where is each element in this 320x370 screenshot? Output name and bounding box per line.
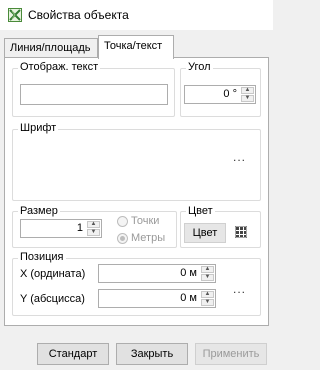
radio-points-label: Точки bbox=[131, 215, 160, 227]
spin-down-icon[interactable]: ▼ bbox=[201, 299, 214, 306]
map-layer-icon bbox=[8, 8, 22, 22]
font-group bbox=[12, 129, 261, 201]
title-bar[interactable]: Свойства объекта bbox=[0, 0, 273, 30]
color-button[interactable]: Цвет bbox=[184, 223, 226, 243]
abscissa-spinbox[interactable]: 0 м ▲ ▼ bbox=[98, 289, 216, 308]
angle-spinbox[interactable]: 0 ° ▲ ▼ bbox=[184, 85, 256, 104]
spin-up-icon[interactable]: ▲ bbox=[201, 266, 214, 273]
default-button[interactable]: Стандарт bbox=[37, 343, 109, 365]
size-legend: Размер bbox=[18, 205, 60, 217]
font-legend: Шрифт bbox=[18, 122, 59, 134]
size-spinbox[interactable]: 1 ▲ ▼ bbox=[20, 219, 102, 238]
position-legend: Позиция bbox=[18, 251, 66, 263]
spin-up-icon[interactable]: ▲ bbox=[201, 291, 214, 298]
position-more-button[interactable]: ... bbox=[233, 282, 246, 296]
radio-selected-dot bbox=[120, 236, 125, 241]
spin-down-icon[interactable]: ▼ bbox=[201, 274, 214, 281]
abscissa-value: 0 м bbox=[180, 292, 197, 304]
ordinate-label: X (ордината) bbox=[20, 268, 86, 280]
ordinate-spin-buttons[interactable]: ▲ ▼ bbox=[201, 266, 214, 281]
tab-line-area[interactable]: Линия/площадь bbox=[4, 38, 98, 58]
radio-meters-label: Метры bbox=[131, 232, 166, 244]
abscissa-label: Y (абсцисса) bbox=[20, 293, 85, 305]
close-button[interactable]: Закрыть bbox=[116, 343, 188, 365]
size-spin-buttons[interactable]: ▲ ▼ bbox=[87, 221, 100, 236]
display-text-input[interactable] bbox=[20, 84, 168, 105]
tab-label: Точка/текст bbox=[104, 40, 163, 52]
window-title: Свойства объекта bbox=[28, 8, 129, 22]
spin-up-icon[interactable]: ▲ bbox=[87, 221, 100, 228]
ordinate-spinbox[interactable]: 0 м ▲ ▼ bbox=[98, 264, 216, 283]
angle-legend: Угол bbox=[186, 61, 213, 73]
color-legend: Цвет bbox=[186, 205, 215, 217]
color-palette-icon[interactable] bbox=[235, 226, 247, 238]
spin-down-icon[interactable]: ▼ bbox=[87, 229, 100, 236]
tab-label: Линия/площадь bbox=[10, 42, 91, 54]
font-more-button[interactable]: ... bbox=[233, 150, 246, 164]
apply-button[interactable]: Применить bbox=[195, 343, 267, 365]
display-text-legend: Отображ. текст bbox=[18, 61, 101, 73]
tab-point-text[interactable]: Точка/текст bbox=[98, 35, 174, 59]
ordinate-value: 0 м bbox=[180, 267, 197, 279]
spin-down-icon[interactable]: ▼ bbox=[241, 95, 254, 102]
radio-meters[interactable] bbox=[117, 233, 128, 244]
angle-spin-buttons[interactable]: ▲ ▼ bbox=[241, 87, 254, 102]
size-value: 1 bbox=[76, 222, 83, 234]
spin-up-icon[interactable]: ▲ bbox=[241, 87, 254, 94]
abscissa-spin-buttons[interactable]: ▲ ▼ bbox=[201, 291, 214, 306]
angle-value: 0 ° bbox=[223, 88, 237, 100]
radio-points[interactable] bbox=[117, 216, 128, 227]
